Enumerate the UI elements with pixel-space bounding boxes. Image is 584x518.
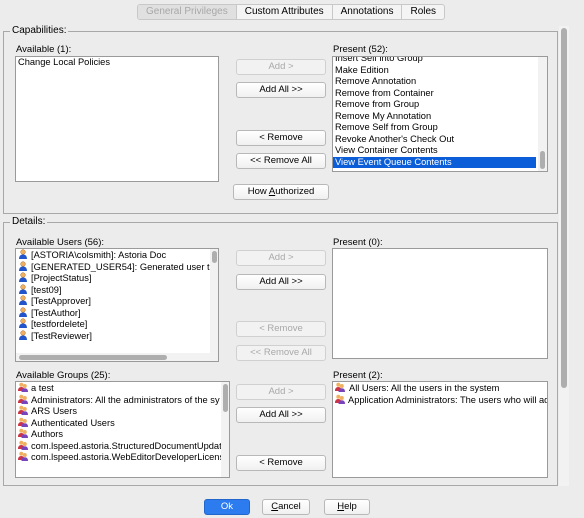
group-icon xyxy=(335,382,345,392)
available-users-list[interactable]: [ASTORIA\colsmith]: Astoria Doc [GENERAT… xyxy=(15,248,219,362)
list-item[interactable]: [ASTORIA\colsmith]: Astoria Doc xyxy=(16,249,218,261)
list-item[interactable]: [test09] xyxy=(16,283,218,296)
present-users-list[interactable] xyxy=(332,248,548,359)
capabilities-add-button[interactable]: Add > xyxy=(236,59,326,75)
user-icon xyxy=(19,283,27,294)
list-item[interactable]: Revoke Another's Check Out xyxy=(333,134,547,146)
available-groups-list[interactable]: a test Administrators: All the administr… xyxy=(15,381,230,478)
users-remove-all-button[interactable]: << Remove All xyxy=(236,345,326,361)
list-item[interactable]: View Container Contents xyxy=(333,145,547,157)
list-item[interactable]: [GENERATED_USER54]: Generated user to re… xyxy=(16,260,218,273)
present-capabilities-scrollbar[interactable] xyxy=(538,57,547,171)
cancel-button[interactable]: Cancel xyxy=(262,499,310,515)
user-icon xyxy=(19,318,27,328)
scrollbar-thumb[interactable] xyxy=(540,151,545,169)
group-icon xyxy=(18,394,28,404)
available-users-scrollbar[interactable] xyxy=(210,249,218,353)
available-groups-scrollbar[interactable] xyxy=(221,382,229,477)
list-item[interactable]: Remove Annotation xyxy=(333,76,547,88)
list-item[interactable]: Remove Self from Group xyxy=(333,122,547,134)
capabilities-remove-button[interactable]: < Remove xyxy=(236,130,326,146)
list-item[interactable]: Authenticated Users xyxy=(16,417,229,429)
list-item[interactable]: [TestReviewer] xyxy=(16,329,218,342)
details-legend: Details: xyxy=(10,216,48,228)
list-item[interactable]: Remove from Container xyxy=(333,88,547,100)
present-capabilities-list[interactable]: Insert Self into Group Make Edition Remo… xyxy=(332,56,548,172)
list-item[interactable]: [ProjectStatus] xyxy=(16,272,218,284)
available-users-hscrollbar[interactable] xyxy=(16,353,218,361)
groups-remove-button[interactable]: < Remove xyxy=(236,455,326,471)
user-icon xyxy=(19,306,27,317)
users-add-button[interactable]: Add > xyxy=(236,250,326,266)
list-item[interactable]: Application Administrators: The users wh… xyxy=(333,394,547,406)
user-icon xyxy=(19,249,27,259)
help-button[interactable]: Help xyxy=(324,499,370,515)
available-capabilities-list[interactable]: Change Local Policies xyxy=(15,56,219,182)
group-icon xyxy=(18,417,28,427)
list-item[interactable]: ARS Users xyxy=(16,405,229,417)
users-add-all-button[interactable]: Add All >> xyxy=(236,274,326,290)
available-capabilities-label: Available (1): xyxy=(16,44,72,55)
how-authorized-button[interactable]: How Authorized xyxy=(233,184,329,200)
list-item[interactable]: Authors xyxy=(16,428,229,440)
list-item[interactable]: com.lspeed.astoria.WebEditorDeveloperLic… xyxy=(16,451,229,463)
list-item[interactable]: Make Edition xyxy=(333,65,547,77)
group-icon xyxy=(335,394,345,404)
group-icon xyxy=(18,451,28,461)
list-item[interactable]: a test xyxy=(16,382,229,394)
present-groups-list[interactable]: All Users: All the users in the system A… xyxy=(332,381,548,478)
list-item[interactable]: Remove from Group xyxy=(333,99,547,111)
user-icon xyxy=(19,272,27,282)
users-remove-button[interactable]: < Remove xyxy=(236,321,326,337)
user-icon xyxy=(19,295,27,305)
scrollbar-thumb[interactable] xyxy=(223,384,228,412)
groups-add-button[interactable]: Add > xyxy=(236,384,326,400)
scrollbar-thumb[interactable] xyxy=(212,251,217,263)
group-icon xyxy=(18,405,28,415)
capabilities-remove-all-button[interactable]: << Remove All xyxy=(236,153,326,169)
groups-add-all-button[interactable]: Add All >> xyxy=(236,407,326,423)
list-item[interactable]: Remove My Annotation xyxy=(333,111,547,123)
list-item[interactable]: Administrators: All the administrators o… xyxy=(16,394,229,406)
tab-general-privileges: General Privileges xyxy=(138,5,236,19)
tab-custom-attributes[interactable]: Custom Attributes xyxy=(235,5,332,19)
capabilities-add-all-button[interactable]: Add All >> xyxy=(236,82,326,98)
dialog-scrollbar[interactable] xyxy=(559,26,569,486)
user-icon xyxy=(19,260,27,271)
ok-button[interactable]: Ok xyxy=(204,499,250,515)
list-item[interactable]: [testfordelete] xyxy=(16,318,218,330)
tab-annotations[interactable]: Annotations xyxy=(331,5,402,19)
list-item-selected[interactable]: View Event Queue Contents xyxy=(333,156,536,168)
list-item-selected[interactable]: All Users: All the users in the system xyxy=(333,382,547,394)
list-item[interactable]: [TestAuthor] xyxy=(16,306,218,319)
scrollbar-thumb[interactable] xyxy=(19,355,167,360)
group-icon xyxy=(18,428,28,438)
present-capabilities-label: Present (52): xyxy=(333,44,388,55)
group-icon xyxy=(18,440,28,450)
list-item[interactable]: [TestApprover] xyxy=(16,295,218,307)
dialog-scrollbar-thumb[interactable] xyxy=(561,28,567,388)
tab-roles[interactable]: Roles xyxy=(401,5,444,19)
tab-bar: General Privileges Custom Attributes Ann… xyxy=(137,4,446,20)
list-item[interactable]: Change Local Policies xyxy=(16,57,218,69)
user-icon xyxy=(19,329,27,340)
list-item[interactable]: com.lspeed.astoria.StructuredDocumentUpd… xyxy=(16,440,229,452)
group-icon xyxy=(18,382,28,392)
capabilities-legend: Capabilities: xyxy=(10,25,69,37)
list-item[interactable]: Insert Self into Group xyxy=(333,57,547,65)
